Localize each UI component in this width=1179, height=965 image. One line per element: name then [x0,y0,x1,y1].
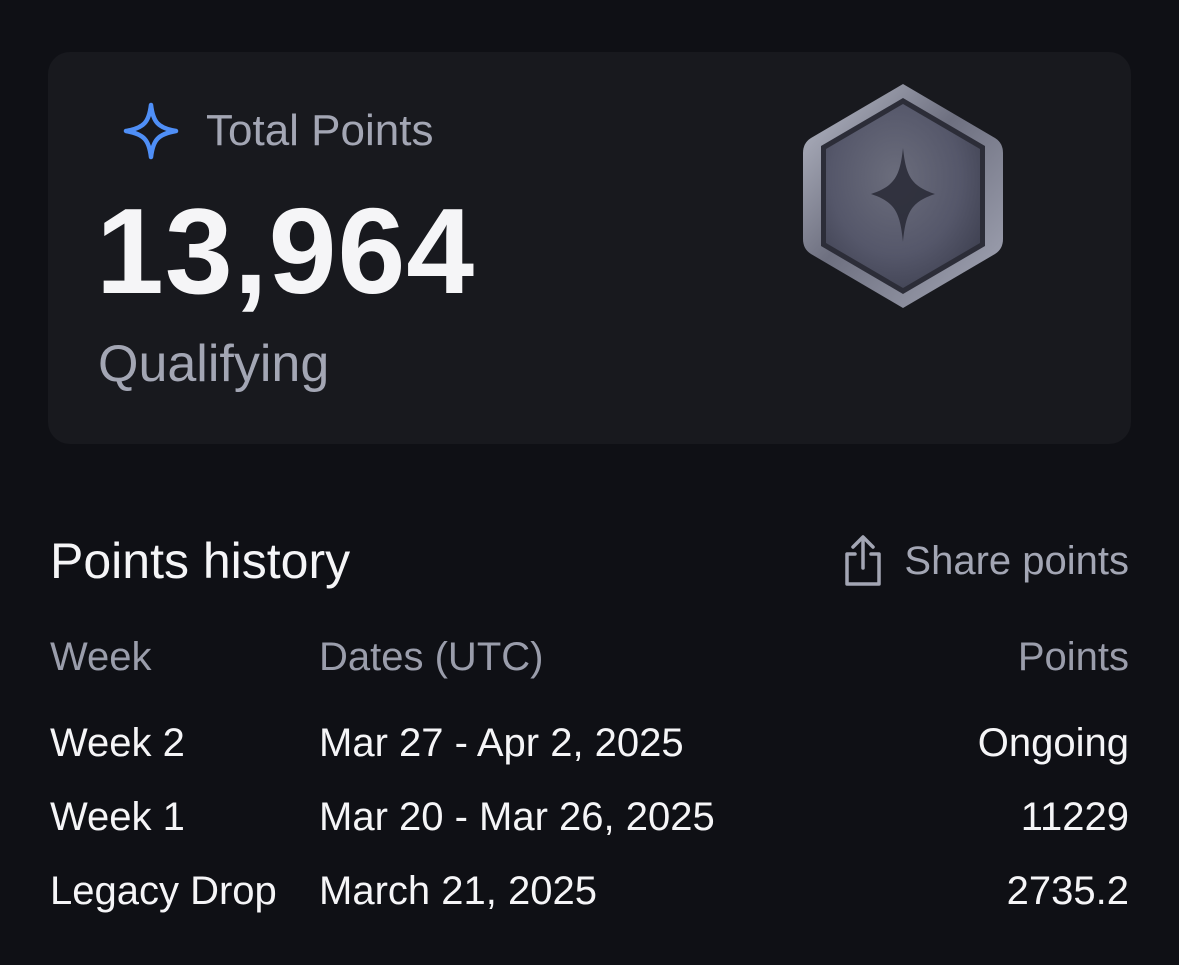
row-points: 2735.2 [1006,869,1129,913]
column-header-points: Points [1017,635,1129,679]
total-points-header: Total Points [122,102,433,160]
points-history-title: Points history [50,533,351,589]
sparkle-icon [123,102,179,160]
points-history-table: Week Dates (UTC) Points Week 2 Mar 27 - … [50,632,1129,940]
row-dates: Mar 27 - Apr 2, 2025 [319,721,684,765]
total-points-value: 13,964 [96,183,476,319]
share-points-button[interactable]: Share points [842,534,1129,588]
share-points-label: Share points [904,539,1129,583]
row-dates: March 21, 2025 [319,869,597,913]
qualifying-status: Qualifying [98,335,330,393]
row-dates: Mar 20 - Mar 26, 2025 [319,795,715,839]
column-header-week: Week [50,635,152,679]
row-week: Legacy Drop [50,869,277,913]
total-points-label: Total Points [206,106,434,155]
row-week: Week 1 [50,795,185,839]
share-icon [845,535,882,586]
row-points: 11229 [1020,795,1129,839]
hexagon-star-badge-icon [803,84,1003,308]
table-header-row: Week Dates (UTC) Points [50,632,1129,682]
table-row: Week 2 Mar 27 - Apr 2, 2025 Ongoing [50,718,1129,768]
row-week: Week 2 [50,721,185,765]
table-row: Legacy Drop March 21, 2025 2735.2 [50,866,1129,916]
column-header-dates: Dates (UTC) [319,635,544,679]
table-row: Week 1 Mar 20 - Mar 26, 2025 11229 [50,792,1129,842]
row-points: Ongoing [977,721,1129,765]
